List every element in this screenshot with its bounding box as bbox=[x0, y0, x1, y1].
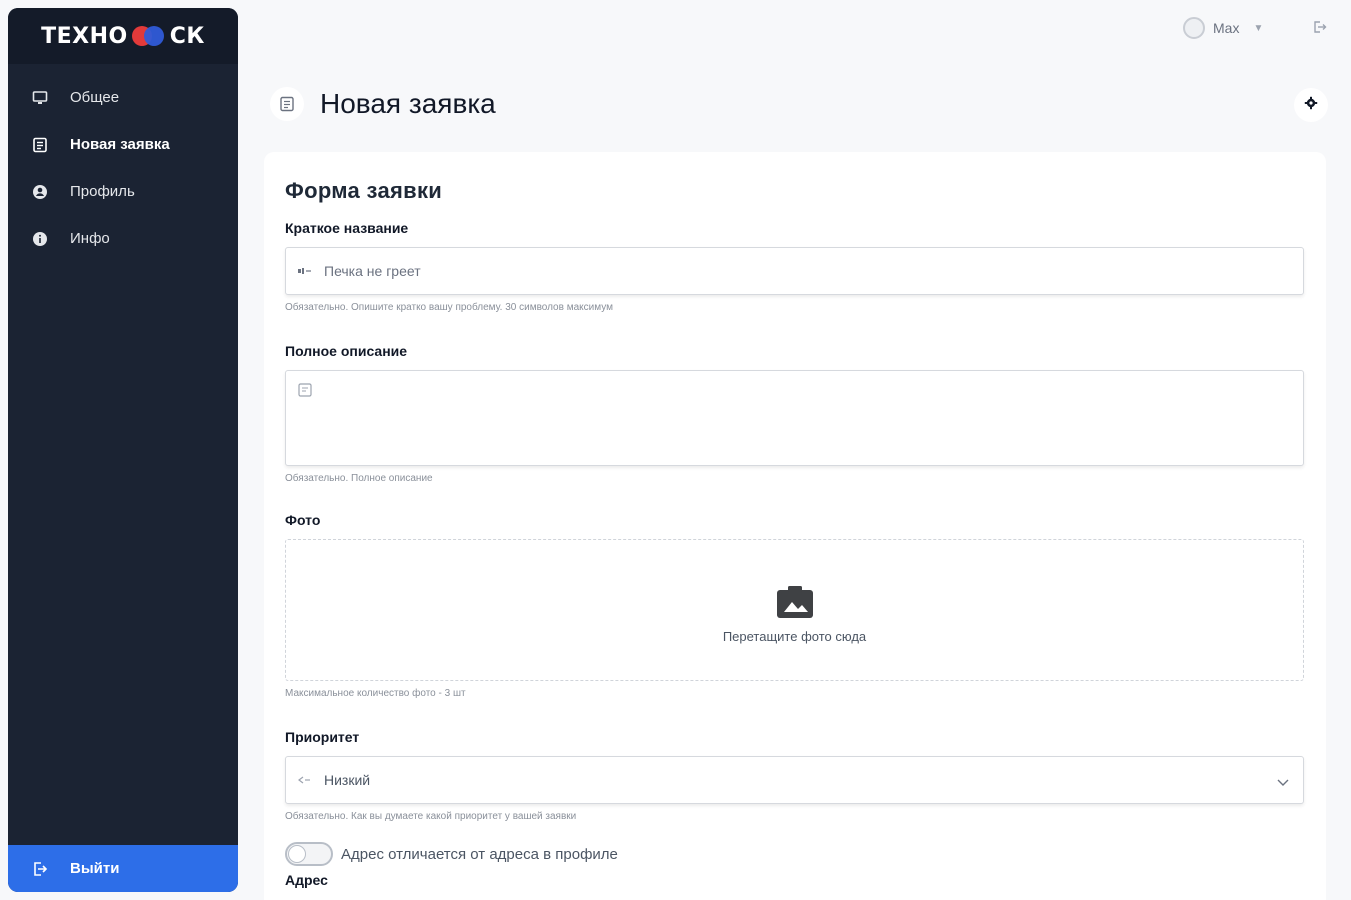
form-icon bbox=[270, 87, 304, 121]
logout-button[interactable]: Выйти bbox=[8, 845, 238, 892]
request-form-card: Форма заявки Краткое название Печка не г… bbox=[264, 152, 1326, 900]
sidebar: ТЕХНО СК Общее Новая заявка Профиль Инфо… bbox=[8, 8, 238, 892]
sidebar-item-new-request[interactable]: Новая заявка bbox=[8, 121, 238, 168]
full-description-label: Полное описание bbox=[285, 343, 408, 359]
form-title: Форма заявки bbox=[285, 178, 443, 203]
text-icon bbox=[298, 264, 312, 278]
priority-select[interactable]: Низкий bbox=[285, 756, 1304, 804]
logout-icon bbox=[32, 861, 48, 877]
priority-value: Низкий bbox=[324, 772, 371, 788]
chevron-down-icon bbox=[1277, 774, 1289, 790]
camera-photo-icon bbox=[775, 584, 815, 623]
info-icon bbox=[32, 231, 48, 247]
full-description-hint: Обязательно. Полное описание bbox=[285, 473, 433, 484]
address-differs-toggle[interactable] bbox=[285, 842, 333, 866]
address-differs-row: Адрес отличается от адреса в профиле bbox=[285, 842, 1304, 866]
priority-label: Приоритет bbox=[285, 729, 360, 745]
photo-hint: Максимальное количество фото - 3 шт bbox=[285, 688, 466, 699]
sidebar-item-general[interactable]: Общее bbox=[8, 74, 238, 121]
form-icon bbox=[32, 137, 48, 153]
priority-hint: Обязательно. Как вы думаете какой приори… bbox=[285, 811, 577, 822]
sidebar-item-info[interactable]: Инфо bbox=[8, 215, 238, 262]
photo-dropzone[interactable]: Перетащите фото сюда bbox=[285, 539, 1304, 681]
address-differs-label: Адрес отличается от адреса в профиле bbox=[341, 845, 618, 863]
user-name: Max bbox=[1213, 20, 1240, 36]
address-label: Адрес bbox=[285, 872, 328, 888]
sidebar-item-label: Общее bbox=[70, 89, 120, 106]
page-title: Новая заявка bbox=[320, 88, 496, 119]
short-name-hint: Обязательно. Опишите кратко вашу проблем… bbox=[285, 302, 613, 313]
page-header: Новая заявка bbox=[266, 80, 1328, 128]
brand-text-left: ТЕХНО bbox=[41, 23, 128, 49]
priority-icon bbox=[298, 773, 312, 787]
exit-icon[interactable] bbox=[1311, 18, 1329, 36]
gear-icon bbox=[1304, 96, 1318, 115]
sidebar-item-label: Профиль bbox=[70, 183, 135, 200]
brand-logo[interactable]: ТЕХНО СК bbox=[8, 8, 238, 64]
sidebar-item-label: Новая заявка bbox=[70, 136, 170, 153]
photo-label: Фото bbox=[285, 512, 321, 528]
user-circle-icon bbox=[32, 184, 48, 200]
short-name-label: Краткое название bbox=[285, 220, 409, 236]
sidebar-nav: Общее Новая заявка Профиль Инфо bbox=[8, 64, 238, 262]
chevron-down-icon: ▼ bbox=[1253, 22, 1264, 34]
logo-mark-icon bbox=[131, 24, 166, 48]
logout-label: Выйти bbox=[70, 860, 120, 877]
settings-button[interactable] bbox=[1294, 88, 1328, 122]
short-name-input[interactable]: Печка не греет bbox=[285, 247, 1304, 295]
brand-text-right: СК bbox=[169, 23, 205, 49]
full-description-textarea[interactable] bbox=[285, 370, 1304, 466]
user-menu[interactable]: Max ▼ bbox=[1183, 16, 1263, 40]
avatar bbox=[1183, 17, 1205, 39]
monitor-icon bbox=[32, 90, 48, 106]
dropzone-text: Перетащите фото сюда bbox=[722, 629, 867, 644]
sidebar-item-profile[interactable]: Профиль bbox=[8, 168, 238, 215]
sidebar-item-label: Инфо bbox=[70, 230, 110, 247]
short-name-placeholder: Печка не греет bbox=[324, 263, 421, 279]
text-area-icon bbox=[298, 383, 312, 397]
